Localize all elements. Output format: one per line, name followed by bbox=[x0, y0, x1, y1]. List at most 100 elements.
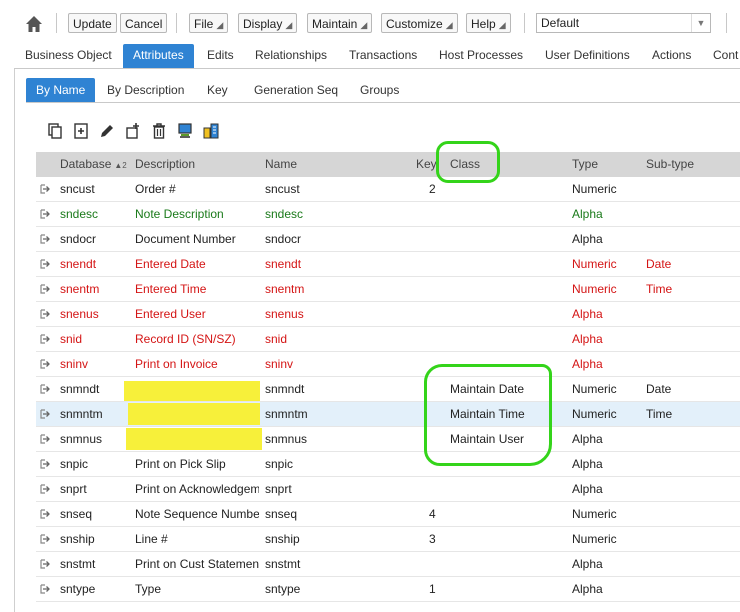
cell-name: snseq bbox=[265, 507, 298, 521]
cell-type: Alpha bbox=[572, 307, 603, 321]
cell-key bbox=[429, 227, 449, 251]
toolbar-separator bbox=[726, 13, 727, 33]
cell-subtype: Time bbox=[646, 282, 673, 296]
annotation-circle bbox=[436, 141, 500, 183]
cell-description: Entered Date bbox=[135, 257, 206, 271]
table-row[interactable]: snendt Entered Date snendt Numeric Date bbox=[36, 252, 740, 277]
column-header-type[interactable]: Type bbox=[572, 152, 598, 177]
tab-edits[interactable]: Edits bbox=[207, 44, 234, 68]
table-row[interactable]: snpic Print on Pick Slip snpic Alpha bbox=[36, 452, 740, 477]
dropdown-caret-icon: ◢ bbox=[498, 20, 506, 30]
copy-icon[interactable] bbox=[46, 122, 64, 140]
help-menu-button[interactable]: Help ◢ bbox=[466, 13, 511, 33]
row-arrow-icon[interactable] bbox=[40, 184, 50, 194]
cell-key bbox=[429, 202, 449, 226]
toolbar-separator bbox=[524, 13, 525, 33]
tab-key[interactable]: Key bbox=[207, 78, 228, 102]
tab-generation-seq[interactable]: Generation Seq bbox=[254, 78, 338, 102]
row-arrow-icon[interactable] bbox=[40, 284, 50, 294]
table-row[interactable]: sntype Type sntype 1 Alpha bbox=[36, 577, 740, 602]
highlight-marker bbox=[128, 403, 260, 425]
cell-database: snmntm bbox=[60, 407, 103, 421]
tab-cont[interactable]: Cont bbox=[713, 44, 738, 68]
cell-database: snentm bbox=[60, 282, 100, 296]
cell-name: sndesc bbox=[265, 207, 304, 221]
cell-database: sndesc bbox=[60, 207, 99, 221]
table-row[interactable]: snentm Entered Time snentm Numeric Time bbox=[36, 277, 740, 302]
table-row[interactable]: snprt Print on Acknowledgement snprt Alpha bbox=[36, 477, 740, 502]
home-icon[interactable] bbox=[24, 14, 44, 34]
row-arrow-icon[interactable] bbox=[40, 359, 50, 369]
column-header-subtype[interactable]: Sub-type bbox=[646, 152, 694, 177]
table-row[interactable]: snenus Entered User snenus Alpha bbox=[36, 302, 740, 327]
row-arrow-icon[interactable] bbox=[40, 559, 50, 569]
tab-actions[interactable]: Actions bbox=[652, 44, 691, 68]
cell-subtype bbox=[646, 552, 726, 576]
row-arrow-icon[interactable] bbox=[40, 409, 50, 419]
tab-attributes[interactable]: Attributes bbox=[123, 44, 194, 68]
row-arrow-icon[interactable] bbox=[40, 534, 50, 544]
tab-business-object[interactable]: Business Object bbox=[25, 44, 112, 68]
cancel-button-label: Cancel bbox=[125, 17, 163, 31]
monitor-icon[interactable] bbox=[176, 122, 194, 140]
column-header-database[interactable]: Database ▲2 bbox=[60, 152, 127, 177]
add-icon[interactable] bbox=[72, 122, 90, 140]
row-arrow-icon[interactable] bbox=[40, 334, 50, 344]
tab-by-description[interactable]: By Description bbox=[107, 78, 184, 102]
row-arrow-icon[interactable] bbox=[40, 209, 50, 219]
row-arrow-icon[interactable] bbox=[40, 434, 50, 444]
cell-subtype bbox=[646, 202, 726, 226]
column-header-description[interactable]: Description bbox=[135, 152, 195, 177]
tab-transactions[interactable]: Transactions bbox=[349, 44, 417, 68]
cell-database: snprt bbox=[60, 482, 87, 496]
table-row[interactable]: sndesc Note Description sndesc Alpha bbox=[36, 202, 740, 227]
cell-database: snid bbox=[60, 332, 83, 346]
row-arrow-icon[interactable] bbox=[40, 259, 50, 269]
update-button[interactable]: Update bbox=[68, 13, 117, 33]
row-arrow-icon[interactable] bbox=[40, 484, 50, 494]
row-arrow-icon[interactable] bbox=[40, 234, 50, 244]
tab-host-processes[interactable]: Host Processes bbox=[439, 44, 523, 68]
table-row[interactable]: snstmt Print on Cust Statement snstmt Alpha bbox=[36, 552, 740, 577]
tab-relationships[interactable]: Relationships bbox=[255, 44, 327, 68]
cell-class bbox=[450, 577, 566, 601]
cell-class bbox=[450, 327, 566, 351]
customize-menu-button[interactable]: Customize ◢ bbox=[381, 13, 458, 33]
table-row[interactable]: snseq Note Sequence Number snseq 4 Numeric bbox=[36, 502, 740, 527]
row-arrow-icon[interactable] bbox=[40, 309, 50, 319]
tab-groups[interactable]: Groups bbox=[360, 78, 399, 102]
display-menu-button[interactable]: Display ◢ bbox=[238, 13, 298, 33]
table-row[interactable]: snid Record ID (SN/SZ) snid Alpha bbox=[36, 327, 740, 352]
cell-name: snprt bbox=[265, 482, 292, 496]
building-icon[interactable] bbox=[202, 122, 220, 140]
trash-icon[interactable] bbox=[150, 122, 168, 140]
cell-name: snid bbox=[265, 332, 288, 346]
cell-description: Print on Cust Statement bbox=[135, 557, 259, 571]
cell-description: Document Number bbox=[135, 232, 236, 246]
cell-class bbox=[450, 552, 566, 576]
row-arrow-icon[interactable] bbox=[40, 384, 50, 394]
row-arrow-icon[interactable] bbox=[40, 584, 50, 594]
table-row[interactable]: snship Line # snship 3 Numeric bbox=[36, 527, 740, 552]
row-arrow-icon[interactable] bbox=[40, 459, 50, 469]
column-header-name[interactable]: Name bbox=[265, 152, 297, 177]
row-arrow-icon[interactable] bbox=[40, 509, 50, 519]
table-row[interactable]: sninv Print on Invoice sninv Alpha bbox=[36, 352, 740, 377]
cell-class bbox=[450, 527, 566, 551]
customize-menu-label: Customize bbox=[386, 17, 443, 31]
toolbar: Update Cancel File ◢ Display ◢ Maintain ◢ C… bbox=[0, 0, 740, 46]
dropdown-caret-icon: ◢ bbox=[360, 20, 368, 30]
cell-name: snmndt bbox=[265, 382, 305, 396]
tab-user-definitions[interactable]: User Definitions bbox=[545, 44, 630, 68]
edit-pencil-icon[interactable] bbox=[98, 122, 116, 140]
layout-select[interactable]: Default ▼ bbox=[536, 13, 711, 33]
insert-icon[interactable] bbox=[124, 122, 142, 140]
tab-by-name[interactable]: By Name bbox=[26, 78, 96, 102]
cell-type: Numeric bbox=[572, 257, 617, 271]
table-row[interactable]: sncust Order # sncust 2 Numeric bbox=[36, 177, 740, 202]
cancel-button[interactable]: Cancel bbox=[120, 13, 168, 33]
file-menu-button[interactable]: File ◢ bbox=[189, 13, 229, 33]
maintain-menu-button[interactable]: Maintain ◢ bbox=[307, 13, 373, 33]
column-header-key[interactable]: Key bbox=[416, 152, 437, 177]
table-row[interactable]: sndocr Document Number sndocr Alpha bbox=[36, 227, 740, 252]
